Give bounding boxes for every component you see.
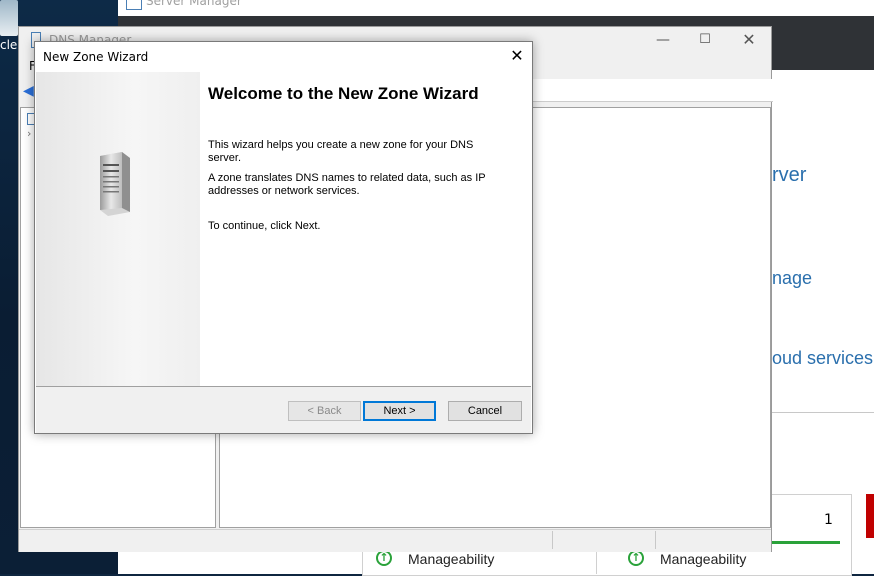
status-divider xyxy=(552,531,553,549)
recycle-bin-icon[interactable] xyxy=(0,0,18,36)
cancel-button[interactable]: Cancel xyxy=(448,401,522,421)
status-divider xyxy=(655,531,656,549)
server-manager-titlebar: Server Manager xyxy=(118,0,874,16)
recycle-bin-label: cle xyxy=(0,38,18,52)
tile-count: 1 xyxy=(824,512,833,528)
minimize-button[interactable]: — xyxy=(653,27,673,53)
wizard-side-banner xyxy=(36,72,200,386)
alert-tile-edge xyxy=(866,494,874,538)
maximize-button[interactable]: ☐ xyxy=(695,27,715,53)
manageability-label[interactable]: Manageability xyxy=(660,551,746,567)
status-bar xyxy=(19,529,771,552)
manageability-label[interactable]: Manageability xyxy=(408,551,494,567)
welcome-heading-partial: rver xyxy=(772,164,807,186)
dialog-close-button[interactable]: ✕ xyxy=(505,44,529,68)
server-manager-icon xyxy=(126,0,142,10)
next-button[interactable]: Next > xyxy=(363,401,436,421)
panel-divider xyxy=(770,412,874,413)
tree-expand-icon[interactable]: › xyxy=(27,127,31,140)
toolbar-area xyxy=(533,79,773,102)
welcome-panel: rver nage oud services xyxy=(770,80,874,500)
new-zone-wizard-dialog: New Zone Wizard ✕ Welcome to the New Zon… xyxy=(34,41,533,434)
wizard-zone-description: A zone translates DNS names to related d… xyxy=(208,172,486,197)
server-manager-title: Server Manager xyxy=(146,0,242,8)
dialog-title: New Zone Wizard xyxy=(43,50,149,64)
wizard-heading: Welcome to the New Zone Wizard xyxy=(208,84,479,103)
up-arrow-icon: ↑ xyxy=(628,550,644,566)
wizard-intro-text: This wizard helps you create a new zone … xyxy=(208,139,474,164)
close-button[interactable]: ✕ xyxy=(739,27,759,53)
up-arrow-icon: ↑ xyxy=(376,550,392,566)
server-icon xyxy=(100,152,130,216)
manage-link-partial[interactable]: nage xyxy=(772,268,812,289)
back-button[interactable]: < Back xyxy=(288,401,361,421)
wizard-continue-text: To continue, click Next. xyxy=(208,220,321,232)
cloud-services-link-partial[interactable]: oud services xyxy=(772,348,873,369)
